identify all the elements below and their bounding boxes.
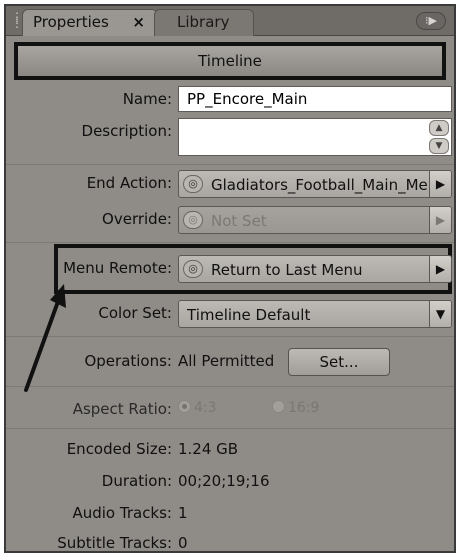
end-action-select[interactable]: ◎ Gladiators_Football_Main_Me ▶ — [178, 170, 452, 198]
divider — [6, 164, 454, 165]
aspect-option-16-9: 16:9 — [288, 400, 320, 416]
menu-remote-row: Menu Remote: ◎ Return to Last Menu ▶ — [6, 255, 454, 283]
scroll-down-icon[interactable]: ▼ — [429, 138, 449, 154]
color-set-row: Color Set: Timeline Default ▼ — [6, 300, 454, 328]
aspect-ratio-row: Aspect Ratio: 4:3 16:9 — [6, 396, 454, 424]
annotation-arrow-icon — [24, 284, 66, 392]
radio-selected-icon — [178, 400, 191, 413]
encoded-size-label: Encoded Size: — [66, 440, 172, 458]
color-set-label: Color Set: — [98, 304, 172, 322]
color-set-select[interactable]: Timeline Default ▼ — [178, 300, 452, 328]
description-label: Description: — [81, 122, 172, 140]
encoded-size-row: Encoded Size: 1.24 GB — [6, 436, 454, 464]
override-label: Override: — [102, 210, 172, 228]
audio-tracks-row: Audio Tracks: 1 — [6, 500, 454, 528]
end-action-value: Gladiators_Football_Main_Me — [211, 176, 428, 194]
duration-row: Duration: 00;20;19;16 — [6, 468, 454, 496]
tab-library[interactable]: Library — [154, 9, 254, 36]
audio-tracks-value: 1 — [178, 504, 188, 522]
tab-properties[interactable]: ⋮ ⋮ Properties × — [11, 9, 158, 36]
properties-panel: ⋮ ⋮ Properties × Library ⁝▶ Timeline Name… — [4, 4, 456, 553]
scroll-up-icon[interactable]: ▲ — [429, 120, 449, 136]
description-field[interactable]: ▲ ▼ — [178, 118, 452, 156]
pick-whip-icon[interactable]: ◎ — [183, 175, 203, 193]
pick-whip-icon: ◎ — [183, 211, 203, 229]
duration-value: 00;20;19;16 — [178, 472, 270, 490]
override-select[interactable]: ◎ Not Set ▶ — [178, 206, 452, 234]
operations-value: All Permitted — [178, 352, 275, 370]
aspect-radio-16-9[interactable]: 16:9 — [272, 400, 319, 416]
menu-remote-value: Return to Last Menu — [211, 261, 363, 279]
subtitle-tracks-row: Subtitle Tracks: 0 — [6, 530, 454, 552]
tab-properties-label: Properties — [33, 13, 109, 31]
name-field[interactable]: PP_Encore_Main — [178, 86, 452, 112]
tab-bar: ⋮ ⋮ Properties × Library ⁝▶ — [6, 6, 454, 36]
divider — [6, 242, 454, 243]
panel-menu-icon[interactable]: ⁝▶ — [416, 12, 446, 30]
arrow-right-icon[interactable]: ▶ — [429, 256, 451, 282]
divider — [6, 336, 454, 337]
radio-icon — [272, 400, 285, 413]
tab-library-label: Library — [177, 13, 230, 31]
audio-tracks-label: Audio Tracks: — [72, 504, 172, 522]
operations-label: Operations: — [84, 352, 172, 370]
override-row: Override: ◎ Not Set ▶ — [6, 206, 454, 234]
aspect-ratio-label: Aspect Ratio: — [72, 400, 172, 418]
close-icon[interactable]: × — [132, 13, 145, 31]
encoded-size-value: 1.24 GB — [178, 440, 239, 458]
menu-remote-label: Menu Remote: — [63, 259, 172, 277]
menu-remote-select[interactable]: ◎ Return to Last Menu ▶ — [178, 255, 452, 283]
aspect-option-4-3: 4:3 — [194, 400, 217, 416]
subtitle-tracks-label: Subtitle Tracks: — [57, 534, 172, 552]
name-label: Name: — [122, 90, 172, 108]
duration-label: Duration: — [101, 472, 172, 490]
end-action-row: End Action: ◎ Gladiators_Football_Main_M… — [6, 170, 454, 198]
divider — [6, 428, 454, 429]
grip-icon[interactable]: ⋮ ⋮ — [11, 11, 23, 32]
subtitle-tracks-value: 0 — [178, 534, 188, 552]
divider — [6, 386, 454, 387]
name-row: Name: PP_Encore_Main — [6, 86, 454, 114]
operations-row: Operations: All Permitted Set... — [6, 348, 454, 376]
end-action-label: End Action: — [86, 174, 172, 192]
arrow-right-icon: ▶ — [429, 207, 451, 233]
override-value: Not Set — [211, 212, 267, 230]
color-set-value: Timeline Default — [187, 306, 311, 324]
page-title: Timeline — [198, 52, 262, 70]
chevron-down-icon[interactable]: ▼ — [429, 301, 451, 327]
timeline-header: Timeline — [14, 42, 446, 80]
arrow-right-icon[interactable]: ▶ — [429, 171, 451, 197]
pick-whip-icon[interactable]: ◎ — [183, 260, 203, 278]
set-button[interactable]: Set... — [288, 348, 390, 376]
aspect-radio-4-3[interactable]: 4:3 — [178, 400, 217, 416]
description-row: Description: ▲ ▼ — [6, 118, 454, 158]
